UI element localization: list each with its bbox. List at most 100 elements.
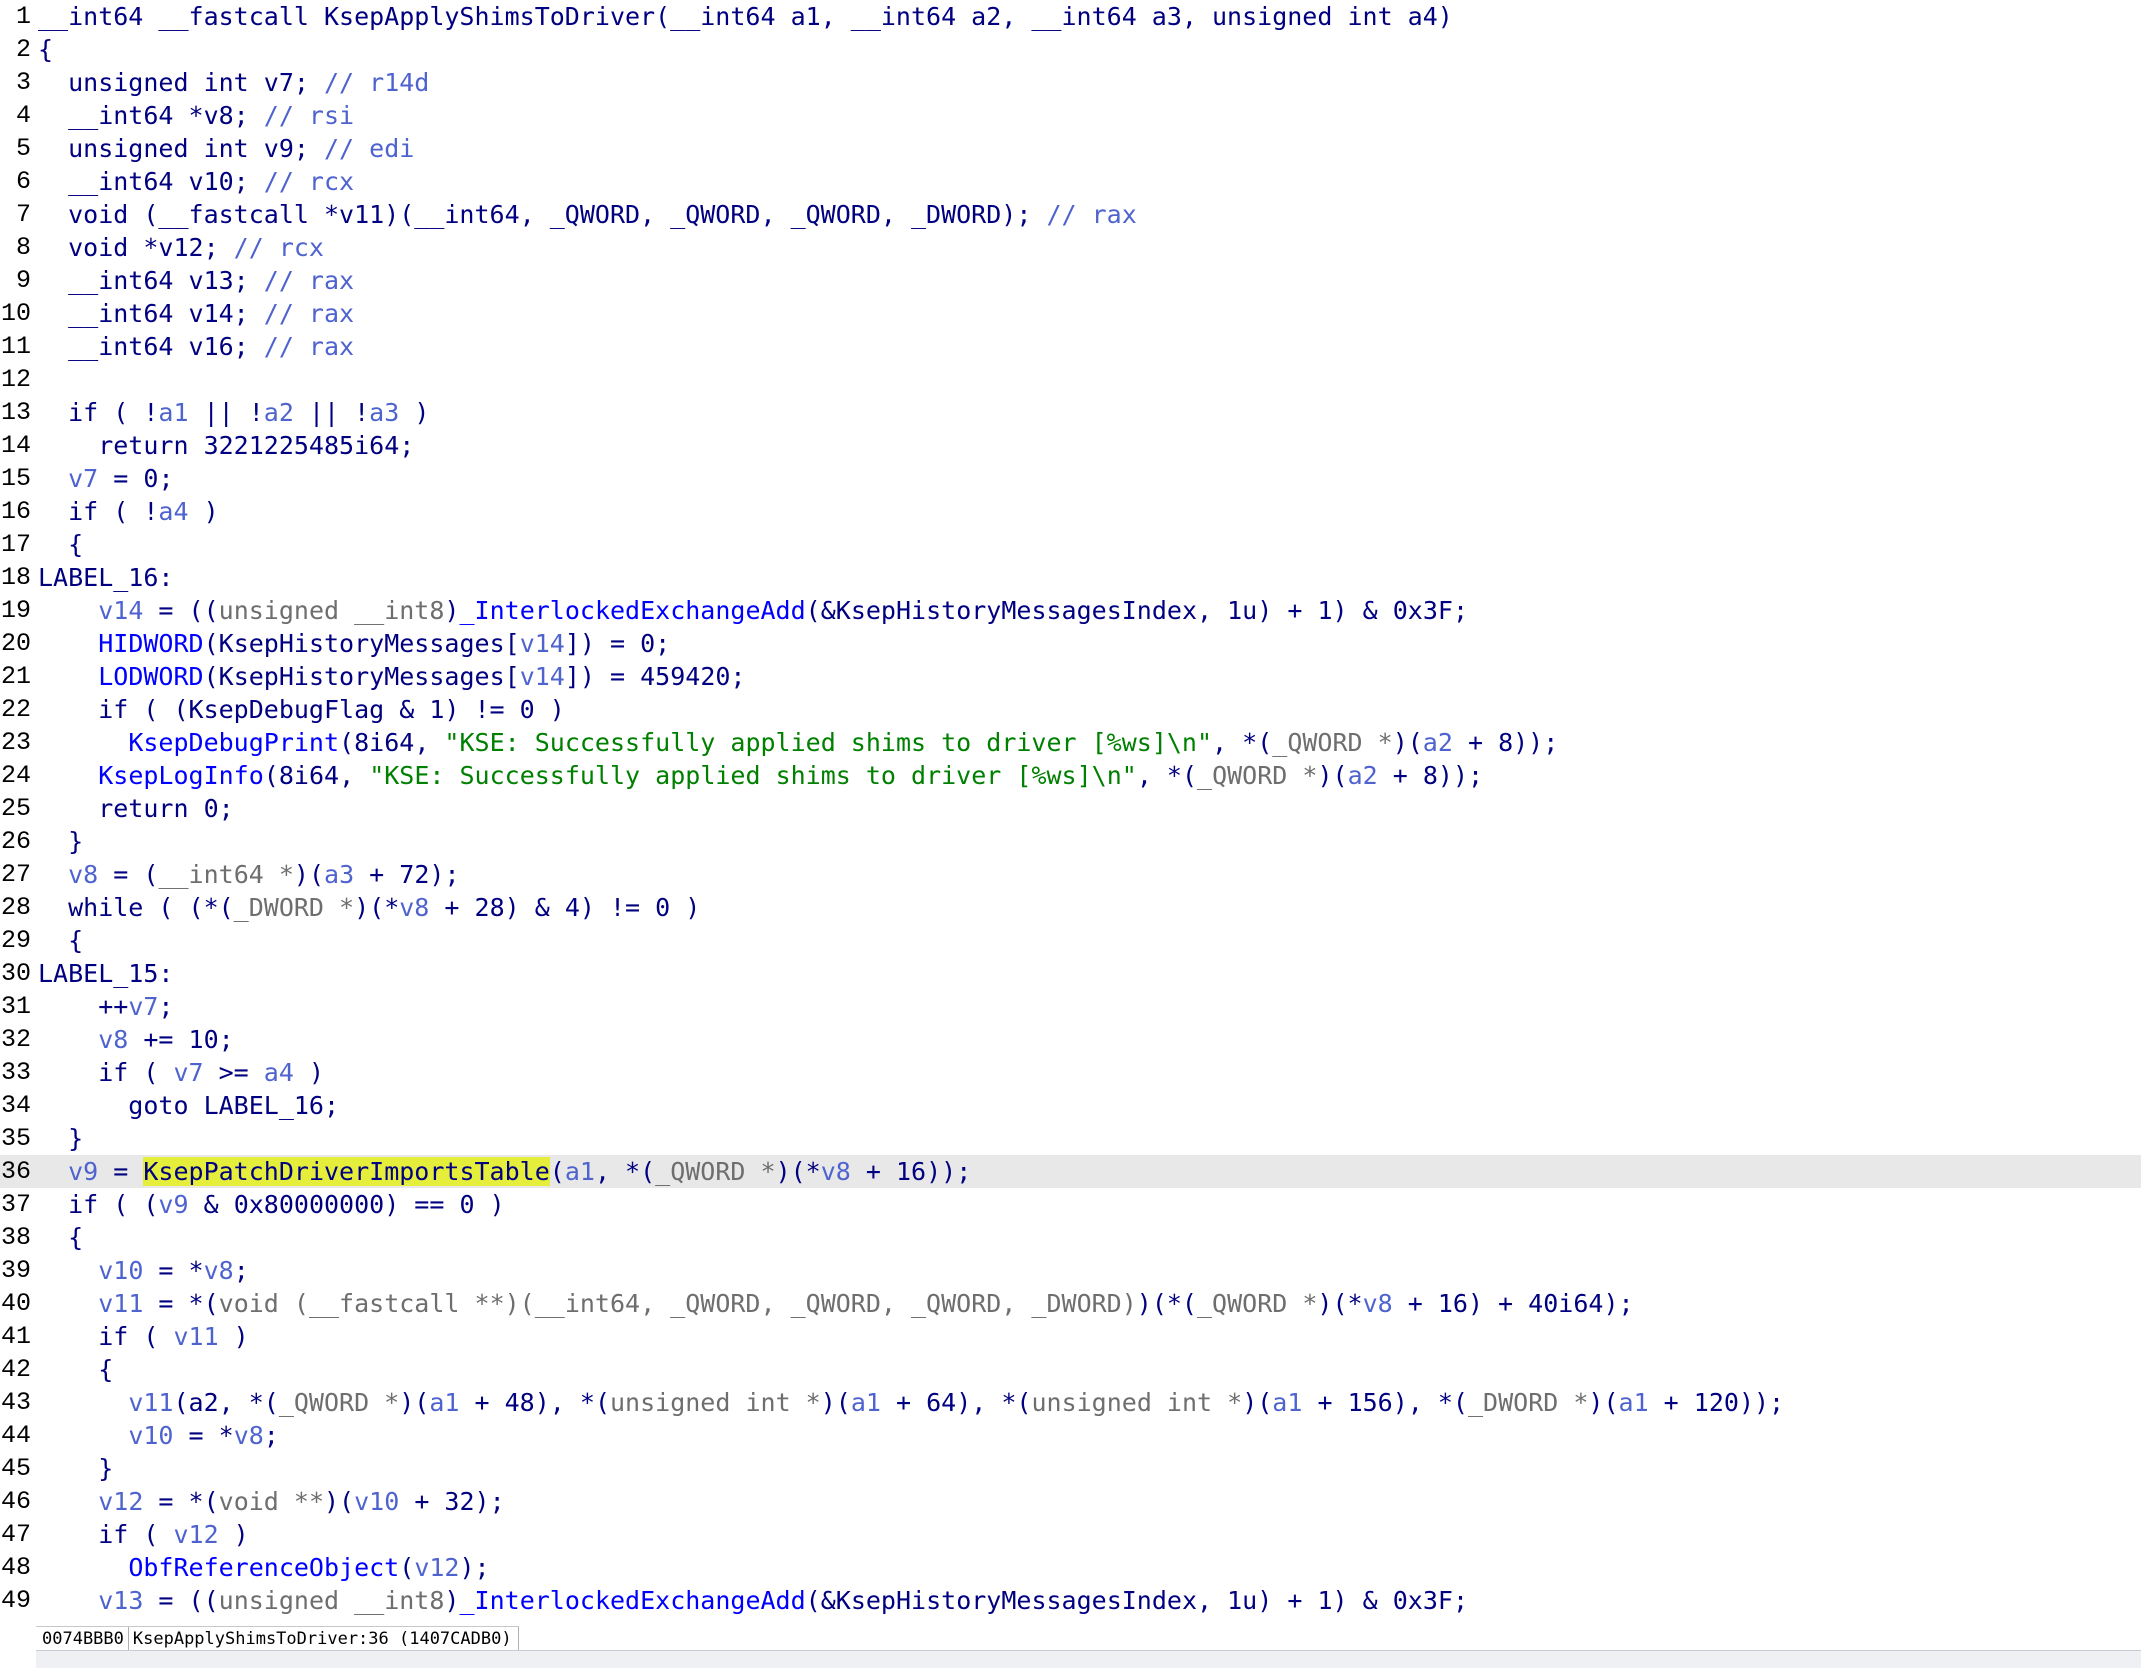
code-text[interactable]: LABEL_15: (38, 957, 173, 990)
code-text[interactable]: while ( (*(_DWORD *)(*v8 + 28) & 4) != 0… (38, 891, 700, 924)
code-token[interactable]: a1 (158, 398, 188, 427)
code-text[interactable]: if ( v7 >= a4 ) (38, 1056, 324, 1089)
code-text[interactable]: LABEL_16: (38, 561, 173, 594)
code-text[interactable]: __int64 v16; // rax (38, 330, 354, 363)
code-line[interactable]: 36 v9 = KsepPatchDriverImportsTable(a1, … (0, 1155, 2141, 1188)
code-text[interactable]: ObfReferenceObject(v12); (38, 1551, 489, 1584)
code-line[interactable]: 46 v12 = *(void **)(v10 + 32); (0, 1485, 2141, 1518)
code-token[interactable]: v11 (173, 1322, 218, 1351)
code-text[interactable]: v9 = KsepPatchDriverImportsTable(a1, *(_… (38, 1155, 971, 1188)
code-text[interactable]: unsigned int v9; // edi (38, 132, 414, 165)
code-token[interactable]: a3 (324, 860, 354, 889)
code-line[interactable]: 32 v8 += 10; (0, 1023, 2141, 1056)
code-text[interactable]: { (38, 528, 83, 561)
code-token[interactable]: KsepHistoryMessages (219, 662, 505, 691)
code-line[interactable]: 45 } (0, 1452, 2141, 1485)
code-text[interactable]: v12 = *(void **)(v10 + 32); (38, 1485, 504, 1518)
code-token[interactable]: v9 (158, 1190, 188, 1219)
code-text[interactable]: v11 = *(void (__fastcall **)(__int64, _Q… (38, 1287, 1633, 1320)
code-token[interactable]: KsepHistoryMessagesIndex (836, 596, 1197, 625)
code-line[interactable]: 24 KsepLogInfo(8i64, "KSE: Successfully … (0, 759, 2141, 792)
code-text[interactable]: __int64 v14; // rax (38, 297, 354, 330)
code-token[interactable]: v9 (68, 1157, 98, 1186)
code-token[interactable]: HIDWORD (98, 629, 203, 658)
code-token[interactable]: _InterlockedExchangeAdd (459, 596, 805, 625)
code-token[interactable]: v11 (128, 1388, 173, 1417)
code-text[interactable]: v10 = *v8; (38, 1254, 249, 1287)
code-line[interactable]: 13 if ( !a1 || !a2 || !a3 ) (0, 396, 2141, 429)
code-token[interactable]: v13 (98, 1586, 143, 1615)
code-text[interactable]: v14 = ((unsigned __int8)_InterlockedExch… (38, 594, 1468, 627)
code-text[interactable]: if ( (KsepDebugFlag & 1) != 0 ) (38, 693, 565, 726)
code-text[interactable]: v7 = 0; (38, 462, 173, 495)
code-line[interactable]: 30 LABEL_15: (0, 957, 2141, 990)
code-token[interactable]: v7 (68, 464, 98, 493)
code-text[interactable]: if ( !a4 ) (38, 495, 219, 528)
code-line[interactable]: 49 v13 = ((unsigned __int8)_InterlockedE… (0, 1584, 2141, 1617)
code-token[interactable]: v12 (414, 1553, 459, 1582)
code-token[interactable]: v8 (68, 860, 98, 889)
code-text[interactable]: void (__fastcall *v11)(__int64, _QWORD, … (38, 198, 1137, 231)
code-text[interactable]: } (38, 1452, 113, 1485)
code-line[interactable]: 19 v14 = ((unsigned __int8)_InterlockedE… (0, 594, 2141, 627)
code-line[interactable]: 44 v10 = *v8; (0, 1419, 2141, 1452)
code-line[interactable]: 18 LABEL_16: (0, 561, 2141, 594)
code-line[interactable]: 29 { (0, 924, 2141, 957)
code-line[interactable]: 25 return 0; (0, 792, 2141, 825)
code-line[interactable]: 14 return 3221225485i64; (0, 429, 2141, 462)
code-token[interactable]: a1 (1619, 1388, 1649, 1417)
code-text[interactable]: if ( v11 ) (38, 1320, 249, 1353)
code-text[interactable]: ++v7; (38, 990, 173, 1023)
code-token[interactable]: LODWORD (98, 662, 203, 691)
code-token[interactable]: a1 (1272, 1388, 1302, 1417)
code-text[interactable]: v8 = (__int64 *)(a3 + 72); (38, 858, 459, 891)
code-text[interactable]: goto LABEL_16; (38, 1089, 339, 1122)
code-line[interactable]: 43 v11(a2, *(_QWORD *)(a1 + 48), *(unsig… (0, 1386, 2141, 1419)
code-token[interactable]: a2 (1348, 761, 1378, 790)
code-text[interactable]: v13 = ((unsigned __int8)_InterlockedExch… (38, 1584, 1468, 1617)
code-line[interactable]: 33 if ( v7 >= a4 ) (0, 1056, 2141, 1089)
code-text[interactable]: { (38, 33, 53, 66)
code-line[interactable]: 31 ++v7; (0, 990, 2141, 1023)
code-line[interactable]: 3 unsigned int v7; // r14d (0, 66, 2141, 99)
code-line[interactable]: 1 __int64 __fastcall KsepApplyShimsToDriv… (0, 0, 2141, 33)
code-line[interactable]: 7 void (__fastcall *v11)(__int64, _QWORD… (0, 198, 2141, 231)
code-text[interactable]: return 0; (38, 792, 234, 825)
code-line[interactable]: 41 if ( v11 ) (0, 1320, 2141, 1353)
code-text[interactable]: v11(a2, *(_QWORD *)(a1 + 48), *(unsigned… (38, 1386, 1784, 1419)
code-token[interactable]: v14 (520, 662, 565, 691)
code-token[interactable]: KsepHistoryMessagesIndex (836, 1586, 1197, 1615)
code-line[interactable]: 40 v11 = *(void (__fastcall **)(__int64,… (0, 1287, 2141, 1320)
code-token[interactable]: KsepLogInfo (98, 761, 264, 790)
code-text[interactable]: __int64 __fastcall KsepApplyShimsToDrive… (38, 0, 1453, 33)
code-line[interactable]: 34 goto LABEL_16; (0, 1089, 2141, 1122)
code-token[interactable]: v8 (204, 1256, 234, 1285)
code-line[interactable]: 38 { (0, 1221, 2141, 1254)
code-text[interactable]: KsepLogInfo(8i64, "KSE: Successfully app… (38, 759, 1483, 792)
code-text[interactable]: if ( (v9 & 0x80000000) == 0 ) (38, 1188, 505, 1221)
code-line[interactable]: 42 { (0, 1353, 2141, 1386)
code-token[interactable]: a2 (264, 398, 294, 427)
code-token[interactable]: a2 (1423, 728, 1453, 757)
code-line[interactable]: 17 { (0, 528, 2141, 561)
code-token[interactable]: KsepDebugFlag (189, 695, 385, 724)
code-line[interactable]: 23 KsepDebugPrint(8i64, "KSE: Successful… (0, 726, 2141, 759)
code-token[interactable]: a4 (264, 1058, 294, 1087)
code-token[interactable]: v14 (98, 596, 143, 625)
code-line[interactable]: 28 while ( (*(_DWORD *)(*v8 + 28) & 4) !… (0, 891, 2141, 924)
code-line[interactable]: 39 v10 = *v8; (0, 1254, 2141, 1287)
code-token[interactable]: v8 (1363, 1289, 1393, 1318)
code-token[interactable]: v7 (173, 1058, 203, 1087)
code-token[interactable]: a1 (429, 1388, 459, 1417)
code-token[interactable]: v8 (234, 1421, 264, 1450)
code-line[interactable]: 16 if ( !a4 ) (0, 495, 2141, 528)
code-token[interactable]: ObfReferenceObject (128, 1553, 399, 1582)
code-token[interactable]: v8 (821, 1157, 851, 1186)
code-line[interactable]: 26 } (0, 825, 2141, 858)
code-text[interactable]: v10 = *v8; (38, 1419, 279, 1452)
code-text[interactable]: HIDWORD(KsepHistoryMessages[v14]) = 0; (38, 627, 670, 660)
code-line[interactable]: 35 } (0, 1122, 2141, 1155)
code-text[interactable]: { (38, 924, 83, 957)
code-line[interactable]: 47 if ( v12 ) (0, 1518, 2141, 1551)
code-text[interactable]: if ( !a1 || !a2 || !a3 ) (38, 396, 429, 429)
